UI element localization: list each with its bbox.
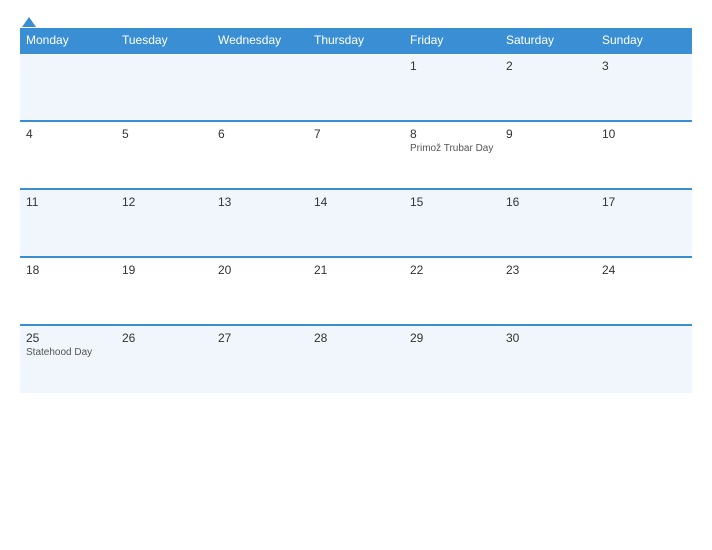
weekday-friday: Friday <box>404 28 500 53</box>
day-number: 10 <box>602 127 686 141</box>
day-cell: 30 <box>500 325 596 393</box>
day-number: 19 <box>122 263 206 277</box>
day-cell <box>212 53 308 121</box>
day-cell: 17 <box>596 189 692 257</box>
day-cell: 4 <box>20 121 116 189</box>
day-cell: 19 <box>116 257 212 325</box>
day-cell: 28 <box>308 325 404 393</box>
day-cell: 10 <box>596 121 692 189</box>
day-cell: 12 <box>116 189 212 257</box>
day-number: 20 <box>218 263 302 277</box>
day-cell: 14 <box>308 189 404 257</box>
holiday-label: Primož Trubar Day <box>410 143 494 154</box>
day-number: 16 <box>506 195 590 209</box>
day-number: 6 <box>218 127 302 141</box>
weekday-sunday: Sunday <box>596 28 692 53</box>
logo-triangle-icon <box>22 17 36 27</box>
day-cell: 22 <box>404 257 500 325</box>
week-row-1: 123 <box>20 53 692 121</box>
day-cell: 2 <box>500 53 596 121</box>
weekday-monday: Monday <box>20 28 116 53</box>
day-number: 8 <box>410 127 494 141</box>
holiday-label: Statehood Day <box>26 347 110 358</box>
day-number: 15 <box>410 195 494 209</box>
day-cell: 13 <box>212 189 308 257</box>
day-cell: 24 <box>596 257 692 325</box>
day-cell: 6 <box>212 121 308 189</box>
weekday-saturday: Saturday <box>500 28 596 53</box>
day-cell: 15 <box>404 189 500 257</box>
day-number: 22 <box>410 263 494 277</box>
day-cell: 1 <box>404 53 500 121</box>
day-cell: 29 <box>404 325 500 393</box>
weekday-header-row: MondayTuesdayWednesdayThursdayFridaySatu… <box>20 28 692 53</box>
day-number: 27 <box>218 331 302 345</box>
day-cell <box>308 53 404 121</box>
calendar-page: MondayTuesdayWednesdayThursdayFridaySatu… <box>0 0 712 550</box>
day-number: 1 <box>410 59 494 73</box>
day-cell <box>596 325 692 393</box>
day-number: 2 <box>506 59 590 73</box>
day-number: 13 <box>218 195 302 209</box>
day-cell: 20 <box>212 257 308 325</box>
day-number: 17 <box>602 195 686 209</box>
week-row-2: 45678 Primož Trubar Day 9 10 <box>20 121 692 189</box>
day-cell: 23 <box>500 257 596 325</box>
day-cell: 26 <box>116 325 212 393</box>
day-number: 11 <box>26 195 110 209</box>
day-cell <box>116 53 212 121</box>
day-number: 23 <box>506 263 590 277</box>
day-cell: 5 <box>116 121 212 189</box>
day-cell: 8 Primož Trubar Day <box>404 121 500 189</box>
day-number: 24 <box>602 263 686 277</box>
weekday-thursday: Thursday <box>308 28 404 53</box>
day-cell: 25 Statehood Day <box>20 325 116 393</box>
day-number: 18 <box>26 263 110 277</box>
day-number: 14 <box>314 195 398 209</box>
day-cell: 3 <box>596 53 692 121</box>
day-cell: 27 <box>212 325 308 393</box>
day-cell: 7 <box>308 121 404 189</box>
day-number: 29 <box>410 331 494 345</box>
day-cell: 11 <box>20 189 116 257</box>
logo <box>20 18 36 28</box>
day-number: 5 <box>122 127 206 141</box>
weekday-tuesday: Tuesday <box>116 28 212 53</box>
day-number: 3 <box>602 59 686 73</box>
day-number: 21 <box>314 263 398 277</box>
week-row-3: 11 12 13 14 15 16 17 <box>20 189 692 257</box>
day-number: 9 <box>506 127 590 141</box>
week-row-5: 25 Statehood Day 26 27 28 29 30 <box>20 325 692 393</box>
day-number: 12 <box>122 195 206 209</box>
day-number: 28 <box>314 331 398 345</box>
day-number: 26 <box>122 331 206 345</box>
day-cell <box>20 53 116 121</box>
day-number: 30 <box>506 331 590 345</box>
day-number: 7 <box>314 127 398 141</box>
day-number: 25 <box>26 331 110 345</box>
day-number: 4 <box>26 127 110 141</box>
day-cell: 18 <box>20 257 116 325</box>
day-cell: 9 <box>500 121 596 189</box>
weekday-wednesday: Wednesday <box>212 28 308 53</box>
calendar-table: MondayTuesdayWednesdayThursdayFridaySatu… <box>20 28 692 393</box>
day-cell: 21 <box>308 257 404 325</box>
week-row-4: 18 19 20 21 22 23 24 <box>20 257 692 325</box>
day-cell: 16 <box>500 189 596 257</box>
